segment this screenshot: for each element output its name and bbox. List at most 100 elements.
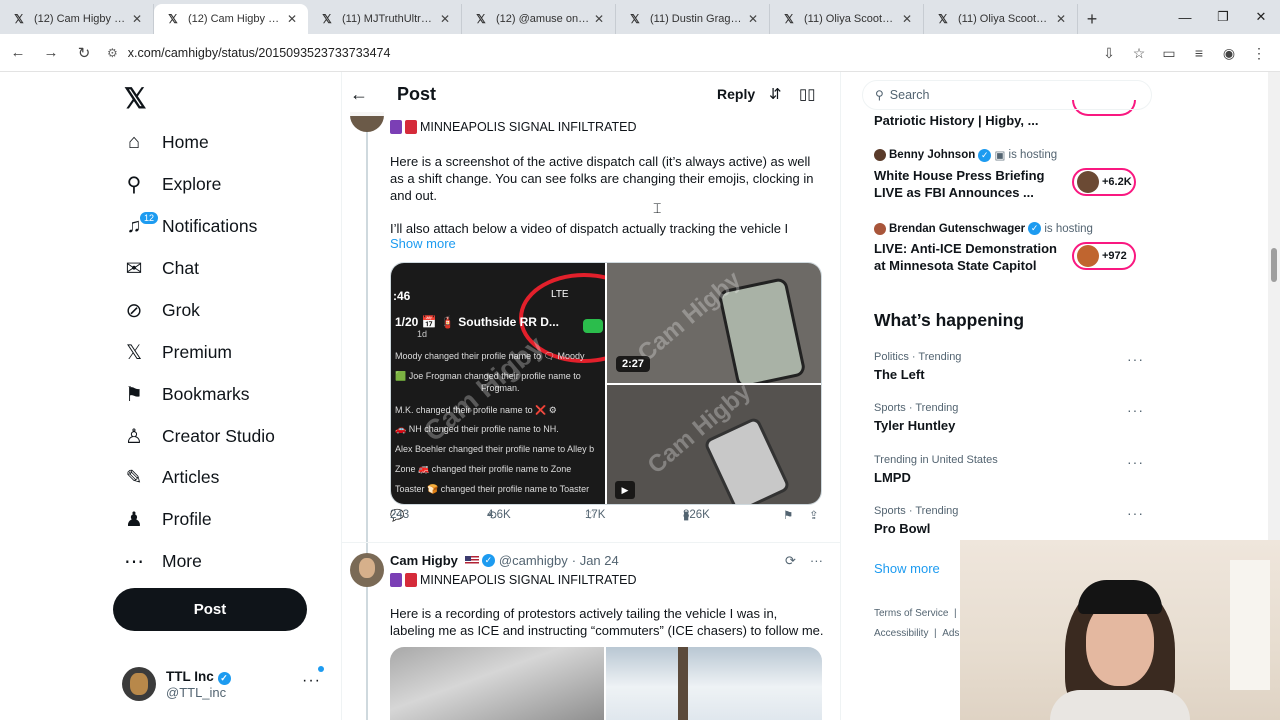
show-more-link[interactable]: Show more xyxy=(390,236,456,251)
site-info-icon[interactable]: ⚙ xyxy=(107,46,118,60)
avatar[interactable] xyxy=(350,553,384,587)
tweet-date[interactable]: · Jan 24 xyxy=(572,553,619,568)
forward-icon[interactable]: → xyxy=(36,38,66,68)
close-icon[interactable]: ✕ xyxy=(745,12,761,26)
nav-chat[interactable]: ✉ Chat xyxy=(122,248,199,288)
signal-screenshot[interactable]: :46 LTE 1/20 📅 🧯 Southside RR D... 1d Mo… xyxy=(391,263,605,504)
verified-icon: ✓ xyxy=(978,148,992,162)
split-view-icon[interactable]: ▭ xyxy=(1154,38,1184,68)
close-icon[interactable]: ✕ xyxy=(1053,12,1069,26)
menu-icon[interactable]: ⋮ xyxy=(1244,38,1274,68)
post-button[interactable]: Post xyxy=(113,588,307,631)
close-icon[interactable]: ✕ xyxy=(591,12,607,26)
page-title: Post xyxy=(397,83,437,104)
x-logo-icon: 𝕏 xyxy=(784,12,794,26)
bookmark-icon: ⚑ xyxy=(125,383,143,406)
nav-premium[interactable]: 𝕏 Premium xyxy=(122,332,232,372)
browser-tab-active[interactable]: 𝕏 (12) Cam Higby us on✕ xyxy=(154,4,308,34)
chat-line: Alex Boehler changed their profile name … xyxy=(395,444,595,454)
install-icon[interactable]: ⇩ xyxy=(1094,38,1124,68)
video-thumbnail[interactable]: Cam Higby 2:27 xyxy=(607,263,821,383)
bookmark-star-icon[interactable]: ☆ xyxy=(1124,38,1154,68)
nav-articles[interactable]: ✎ Articles xyxy=(122,457,220,497)
reload-icon[interactable]: ↻ xyxy=(69,38,99,68)
tweet-media[interactable] xyxy=(606,647,822,720)
nav-grok[interactable]: ⊘ Grok xyxy=(122,290,200,330)
profile-icon[interactable]: ◉ xyxy=(1214,38,1244,68)
sliders-icon[interactable]: ⇵ xyxy=(769,85,782,103)
notification-badge: 12 xyxy=(139,211,160,225)
listener-count: +6.2K xyxy=(1102,176,1132,188)
reply-sort-button[interactable]: Reply xyxy=(717,86,755,102)
browser-tab[interactable]: 𝕏 (12) @amuse on X: "I✕ xyxy=(462,4,616,34)
back-arrow-icon[interactable]: ← xyxy=(350,84,374,105)
more-icon[interactable]: ··· xyxy=(1127,402,1144,418)
reader-icon[interactable]: ▯▯ xyxy=(799,85,816,103)
nav-explore[interactable]: ⚲ Explore xyxy=(122,164,222,204)
author-name[interactable]: Cam Higby xyxy=(390,553,458,568)
new-tab-button[interactable]: + xyxy=(1078,4,1106,34)
trend-item[interactable]: Sports · Trending Pro Bowl ··· xyxy=(874,505,1144,536)
tweet-media[interactable] xyxy=(390,647,604,720)
scrollbar[interactable] xyxy=(1268,72,1280,540)
browser-tab[interactable]: 𝕏 (11) Oliya Scootercas ✕ xyxy=(770,4,924,34)
close-window-icon[interactable]: ✕ xyxy=(1242,0,1280,34)
close-icon[interactable]: ✕ xyxy=(129,12,145,26)
live-space[interactable]: Benny Johnson ✓ ▣ is hosting White House … xyxy=(874,148,1144,201)
back-icon[interactable]: ← xyxy=(3,38,33,68)
browser-tab[interactable]: 𝕏 (11) MJTruthUltra on ✕ xyxy=(308,4,462,34)
restore-icon[interactable]: ❐ xyxy=(1204,0,1242,34)
trend-item[interactable]: Sports · Trending Tyler Huntley ··· xyxy=(874,402,1144,433)
close-icon[interactable]: ✕ xyxy=(284,12,300,26)
x-logo-icon: 𝕏 xyxy=(938,12,948,26)
nav-creator-studio[interactable]: ♙ Creator Studio xyxy=(122,416,275,456)
trend-item[interactable]: Politics · Trending The Left ··· xyxy=(874,351,1144,382)
browser-tab[interactable]: 𝕏 (11) Dustin Grage on ✕ xyxy=(616,4,770,34)
tweet-media-grid[interactable]: :46 LTE 1/20 📅 🧯 Southside RR D... 1d Mo… xyxy=(390,262,822,505)
x-logo-icon: 𝕏 xyxy=(322,12,332,26)
footer-link-terms[interactable]: Terms of Service | xyxy=(874,608,957,619)
nav-profile[interactable]: ♟ Profile xyxy=(122,499,212,539)
live-space[interactable]: Brendan Gutenschwager ✓ is hosting LIVE: … xyxy=(874,222,1144,274)
more-icon[interactable]: ··· xyxy=(1127,454,1144,470)
mail-icon: ✉ xyxy=(125,257,143,280)
window-controls: — ❐ ✕ xyxy=(1166,0,1280,34)
more-icon[interactable]: ··· xyxy=(302,672,321,690)
nav-notifications[interactable]: ♫ 12 Notifications xyxy=(122,206,257,246)
close-icon[interactable]: ✕ xyxy=(437,12,453,26)
nav-bookmarks[interactable]: ⚑ Bookmarks xyxy=(122,374,250,414)
url-field[interactable]: ⚙ x.com/camhigby/status/2015093523733733… xyxy=(107,39,390,67)
more-icon[interactable]: ··· xyxy=(1127,351,1144,367)
status-clock: :46 xyxy=(393,289,411,303)
nav-more[interactable]: ⋯ More xyxy=(122,541,202,581)
browser-tab[interactable]: 𝕏 (12) Cam Higby us on✕ xyxy=(0,4,154,34)
grok-icon[interactable]: ⟳ xyxy=(785,553,796,568)
media-icon[interactable]: ≡ xyxy=(1184,38,1214,68)
chat-line: Zone 🚒 changed their profile name to Zon… xyxy=(395,464,572,474)
nav-label: Premium xyxy=(162,341,233,362)
footer-link-accessibility[interactable]: Accessibility | Ads xyxy=(874,628,959,639)
more-icon[interactable]: ··· xyxy=(810,553,823,568)
tweet[interactable]: Cam Higby ✓ @camhigby · Jan 24 ⟳ ··· MINN… xyxy=(342,542,840,720)
show-more-link[interactable]: Show more xyxy=(874,561,940,576)
trend-item[interactable]: Trending in United States LMPD ··· xyxy=(874,454,1144,485)
browser-tab[interactable]: 𝕏 (11) Oliya Scootercas ✕ xyxy=(924,4,1078,34)
scrollbar-thumb[interactable] xyxy=(1271,248,1277,282)
close-icon[interactable]: ✕ xyxy=(899,12,915,26)
repost-count: 4.6K xyxy=(487,509,511,521)
host-name: Brendan Gutenschwager xyxy=(889,222,1026,235)
author-handle[interactable]: @camhigby xyxy=(499,553,568,568)
nav-label: Explore xyxy=(162,173,222,194)
nav-home[interactable]: ⌂ Home xyxy=(122,122,209,162)
search-box[interactable]: ⚲ Search xyxy=(862,80,1152,110)
live-space[interactable]: Patriotic History | Higby, ... xyxy=(874,100,1144,129)
video-thumbnail-2[interactable]: Cam Higby ▶ xyxy=(607,385,821,504)
account-switcher[interactable]: TTL Inc ✓ @TTL_inc ··· xyxy=(122,664,327,704)
tweet-text: Here is a screenshot of the active dispa… xyxy=(390,154,814,203)
more-icon[interactable]: ··· xyxy=(1127,505,1144,521)
grok-icon: ⊘ xyxy=(125,299,143,322)
address-bar: ← → ↻ ⚙ x.com/camhigby/status/2015093523… xyxy=(0,34,1280,72)
x-home-logo-icon[interactable]: 𝕏 xyxy=(124,82,147,115)
minimize-icon[interactable]: — xyxy=(1166,0,1204,34)
play-icon[interactable]: ▶ xyxy=(615,481,635,499)
